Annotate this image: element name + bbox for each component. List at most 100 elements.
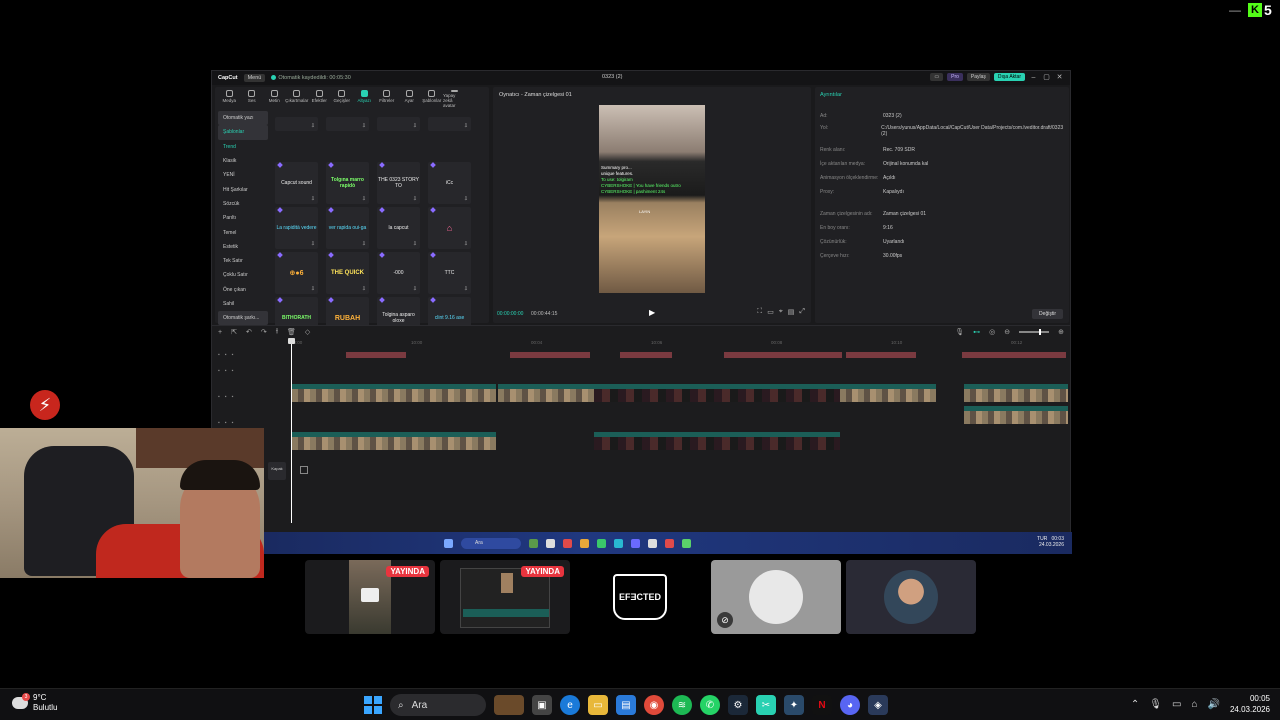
crop-icon[interactable]: ⛶ <box>757 308 762 316</box>
chrome-icon[interactable]: ◉ <box>644 695 664 715</box>
steam-icon[interactable]: ⚙ <box>728 695 748 715</box>
cover-button[interactable]: Kapak <box>268 462 286 480</box>
window-close-icon[interactable]: ✕ <box>1055 73 1064 81</box>
stream-tile-2[interactable]: YAYINDA <box>440 560 570 634</box>
sidebar-item[interactable]: Tek Satır <box>218 254 268 268</box>
download-icon[interactable]: ⇩ <box>464 196 468 202</box>
tool-tab[interactable]: Ayar <box>398 87 421 107</box>
sidebar-item[interactable]: Trend <box>218 140 268 154</box>
split-icon[interactable]: ⫲ <box>276 328 278 336</box>
audio-icon[interactable]: ▪ <box>232 420 234 426</box>
microphone-icon[interactable]: 🎙 <box>1149 699 1162 710</box>
lock-icon[interactable]: ▪ <box>218 368 220 374</box>
download-icon[interactable]: ⇩ <box>464 241 468 247</box>
tool-tab[interactable]: Altyazı <box>353 87 376 107</box>
zoom-fit-icon[interactable]: ⌖ <box>779 308 783 316</box>
template-card[interactable]: ⇩ <box>326 117 369 131</box>
task-view-icon[interactable]: ▣ <box>532 695 552 715</box>
tool-tab[interactable]: Ses <box>241 87 264 107</box>
taskbar-search[interactable]: ⌕ Ara <box>390 694 486 716</box>
template-card[interactable]: TTC ⇩ <box>428 252 471 294</box>
video-clip[interactable]: 2026-03-16-n4TcWeh-pferapieminvaemluse.m… <box>964 406 1068 424</box>
download-icon[interactable]: ⇩ <box>362 196 366 202</box>
video-clip[interactable]: 2026-03-16-n4TcWeh-pferapieminvaemluse.m… <box>840 384 936 402</box>
eye-icon[interactable]: ▪ <box>225 420 227 426</box>
video-clip[interactable]: 2026-03-16-n4TcWeh-pferapieminvaemluse.m… <box>594 432 840 450</box>
layout-icon[interactable]: ▭ <box>930 73 944 81</box>
window-minimize-icon[interactable]: – <box>1029 74 1038 81</box>
text-clip[interactable] <box>510 352 590 358</box>
download-icon[interactable]: ⇩ <box>413 286 417 292</box>
user-tile[interactable] <box>846 560 976 634</box>
template-card[interactable]: la capcut ⇩ <box>377 207 420 249</box>
link-icon[interactable]: ⊷ <box>973 328 980 336</box>
cover-thumbnail-icon[interactable] <box>300 466 308 474</box>
template-card[interactable]: Tolgına marro rapidò ⇩ <box>326 162 369 204</box>
template-card[interactable]: ⌂ ⇩ <box>428 207 471 249</box>
playhead[interactable] <box>288 338 295 523</box>
menu-button[interactable]: Menü <box>243 74 266 82</box>
change-button[interactable]: Değiştir <box>1032 309 1063 319</box>
volume-icon[interactable]: 🔊 <box>1208 699 1220 710</box>
sidebar-item[interactable]: Sözcük <box>218 197 268 211</box>
template-card[interactable]: ⇩ <box>377 117 420 131</box>
download-icon[interactable]: ⇩ <box>311 286 315 292</box>
zoom-out-icon[interactable]: ⊖ <box>1004 328 1010 336</box>
lock-icon[interactable]: ▪ <box>218 352 220 358</box>
tool-tab[interactable]: Medya <box>218 87 241 107</box>
user-tile-effected[interactable]: EFƎCTED <box>575 560 705 634</box>
download-icon[interactable]: ⇩ <box>362 286 366 292</box>
share-button[interactable]: Paylaş <box>966 73 990 81</box>
tool-tab[interactable]: Şablonlar <box>421 87 444 107</box>
widgets-icon[interactable] <box>494 695 524 715</box>
play-icon[interactable]: ▶ <box>649 308 655 317</box>
text-clip[interactable] <box>962 352 1066 358</box>
spotify-icon[interactable]: ≋ <box>672 695 692 715</box>
zoom-slider[interactable] <box>1019 329 1050 335</box>
start-button[interactable] <box>364 696 382 714</box>
fullscreen-icon[interactable]: ⤢ <box>799 308 805 316</box>
text-clip[interactable] <box>346 352 406 358</box>
chevron-up-icon[interactable]: ⌃ <box>1131 699 1139 710</box>
clock[interactable]: 00:05 24.03.2026 <box>1230 693 1270 715</box>
download-icon[interactable]: ⇩ <box>413 196 417 202</box>
tool-tab[interactable]: Yapay zekâ avatar <box>443 87 466 108</box>
sidebar-item[interactable]: Sahil <box>218 297 268 311</box>
download-icon[interactable]: ⇩ <box>362 123 366 129</box>
discord-icon[interactable]: ◕ <box>840 695 860 715</box>
delete-icon[interactable]: 🗑 <box>287 328 296 336</box>
download-icon[interactable]: ⇩ <box>362 241 366 247</box>
template-card[interactable]: THE QUICK ⇩ <box>326 252 369 294</box>
download-icon[interactable]: ⇩ <box>311 196 315 202</box>
lock-icon[interactable]: ▪ <box>218 420 220 426</box>
download-icon[interactable]: ⇩ <box>311 123 315 129</box>
eye-icon[interactable]: ▪ <box>225 352 227 358</box>
template-card[interactable]: Capcut sound ⇩ <box>275 162 318 204</box>
edge-icon[interactable]: e <box>560 695 580 715</box>
template-card[interactable]: ver rapida oui-ga ⇩ <box>326 207 369 249</box>
tool-tab[interactable]: Efektler <box>308 87 331 107</box>
add-track-icon[interactable]: + <box>218 329 222 336</box>
zoom-in-icon[interactable]: ⊕ <box>1058 328 1064 336</box>
template-card[interactable]: La rapidità vedere ⇩ <box>275 207 318 249</box>
sidebar-item[interactable]: Temel <box>218 225 268 239</box>
network-icon[interactable]: ⌂ <box>1191 699 1197 710</box>
download-icon[interactable]: ⇩ <box>311 241 315 247</box>
video-clip[interactable]: 2026-03-16-n4TcWeh-pferapieminvaemluse.m… <box>594 384 840 402</box>
template-card[interactable]: ⇩ <box>275 117 318 131</box>
minimize-icon[interactable]: — <box>1229 3 1243 17</box>
template-card[interactable]: THE 0323 STORY TO ⇩ <box>377 162 420 204</box>
user-tile-speaking[interactable]: ⊘ <box>711 560 841 634</box>
sidebar-item[interactable]: Estetik <box>218 240 268 254</box>
undo-icon[interactable]: ↶ <box>246 328 252 336</box>
file-explorer-icon[interactable]: ▭ <box>588 695 608 715</box>
redo-icon[interactable]: ↷ <box>261 328 267 336</box>
sidebar-item[interactable]: Klasik <box>218 154 268 168</box>
tool-tab[interactable]: Geçişler <box>331 87 354 107</box>
video-preview[interactable]: Summary pro... unique features. To use: … <box>599 105 705 293</box>
eye-icon[interactable]: ▪ <box>225 368 227 374</box>
stream-tile-1[interactable]: YAYINDA <box>305 560 435 634</box>
text-clip[interactable] <box>620 352 672 358</box>
quality-icon[interactable]: ▤ <box>788 308 795 316</box>
audio-icon[interactable]: ▪ <box>232 368 234 374</box>
